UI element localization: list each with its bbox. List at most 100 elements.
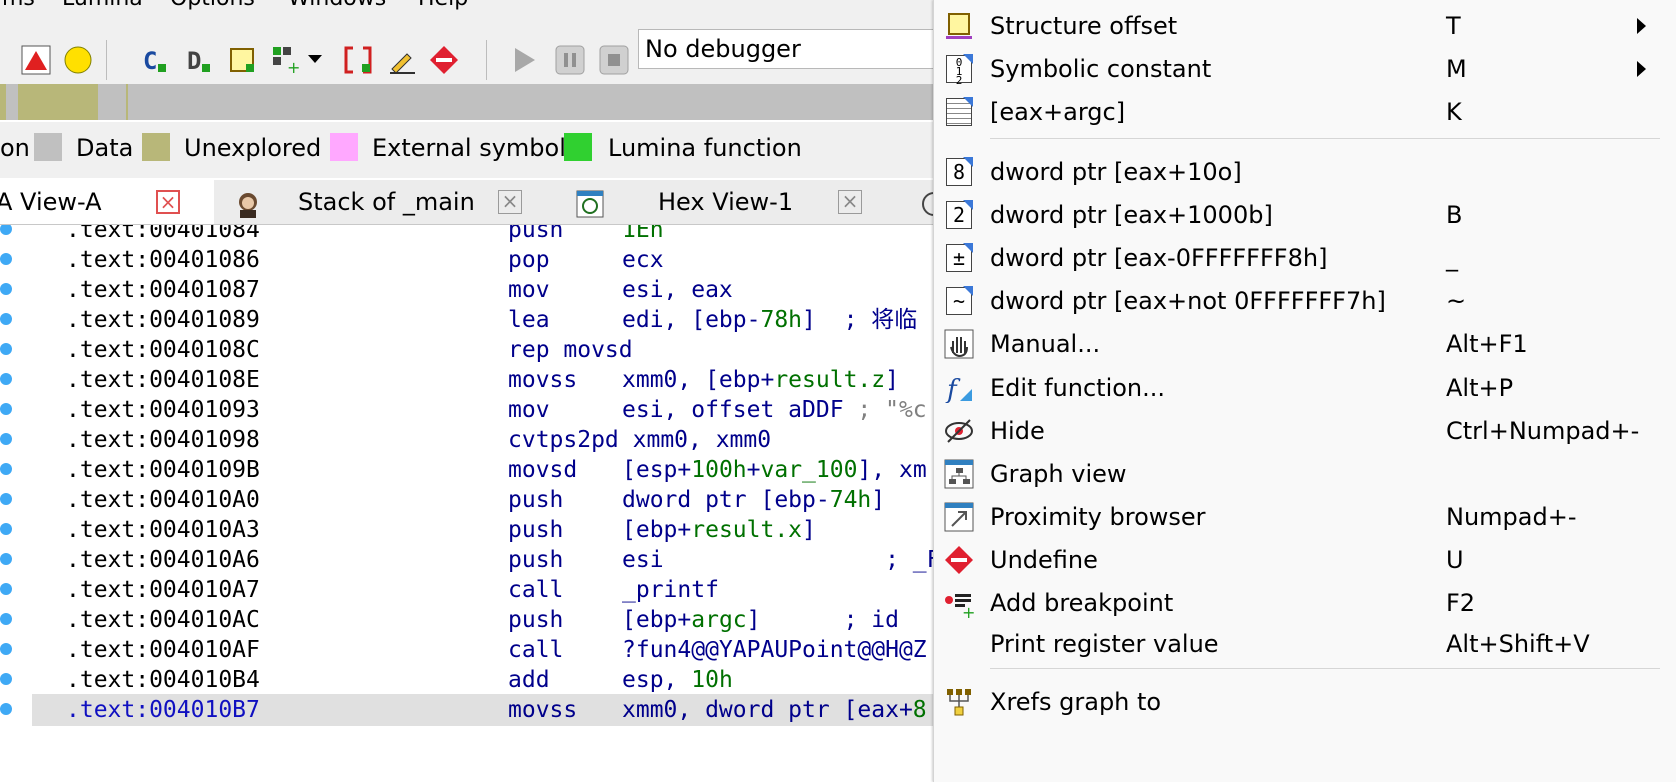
tab-stack-of-main[interactable]: Stack of _main ×: [216, 180, 550, 224]
menu-item-eax-argc[interactable]: [eax+argc] K: [934, 89, 1676, 135]
menu-item-xrefs-graph-to[interactable]: Xrefs graph to: [934, 679, 1676, 725]
menu-item-help[interactable]: Help: [418, 0, 468, 11]
menu-item-lumina[interactable]: Lumina: [62, 0, 143, 11]
close-icon[interactable]: ×: [838, 190, 862, 214]
code-icon[interactable]: C: [136, 42, 172, 78]
disasm-row[interactable]: .text:0040108C rep movsd: [32, 334, 940, 366]
tab-hex-view-1[interactable]: Hex View-1 ×: [556, 180, 876, 224]
breakpoint-dot[interactable]: [0, 703, 12, 715]
mnemonic: movss: [508, 367, 578, 393]
tab-label: Hex View-1: [658, 188, 794, 216]
close-icon[interactable]: ×: [498, 190, 522, 214]
disasm-row[interactable]: .text:004010AC push [ebp+argc] ; id: [32, 604, 940, 636]
breakpoint-dot[interactable]: [0, 523, 12, 535]
menu-item-manual[interactable]: Manual... Alt+F1: [934, 321, 1676, 367]
operand-token: ], xm: [857, 457, 927, 483]
menu-item-label: dword ptr [eax-0FFFFFFF8h]: [990, 244, 1328, 272]
menu-item-edit-function[interactable]: f Edit function... Alt+P: [934, 365, 1676, 411]
breakpoint-dot[interactable]: [0, 463, 12, 475]
pause-icon[interactable]: [552, 42, 588, 78]
mnemonic: call: [508, 577, 564, 603]
bracket-icon[interactable]: [340, 42, 376, 78]
graph-icon: [942, 457, 976, 491]
operands: esi, offset aDDF ; "%c: [622, 394, 927, 426]
function-icon: f: [942, 371, 976, 405]
disasm-row[interactable]: .text:004010A3 push [ebp+result.x]: [32, 514, 940, 546]
disasm-row[interactable]: .text:00401093 mov esi, offset aDDF ; "%c: [32, 394, 940, 426]
disasm-row[interactable]: .text:0040109B movsd [esp+100h+var_100], x…: [32, 454, 940, 486]
breakpoint-dot[interactable]: [0, 673, 12, 685]
disasm-row[interactable]: .text:004010AF call ?fun4@@YAPAUPoint@@H@Z: [32, 634, 940, 666]
menu-item-add-breakpoint[interactable]: + Add breakpoint F2: [934, 580, 1676, 626]
stop-icon[interactable]: [596, 42, 632, 78]
breakpoint-dot[interactable]: [0, 253, 12, 265]
operands: _printf: [622, 574, 719, 606]
menu-item-label: Graph view: [990, 460, 1127, 488]
menu-item-structure-offset[interactable]: Structure offset T: [934, 3, 1676, 49]
play-icon[interactable]: [506, 42, 542, 78]
menu-item-graph-view[interactable]: Graph view: [934, 451, 1676, 497]
operand-token: xmm0, [ebp+: [622, 367, 775, 393]
menu-bar: ms Lumina Options Windows Help: [0, 0, 940, 12]
disasm-row[interactable]: .text:00401086 pop ecx: [32, 244, 940, 276]
disasm-row[interactable]: .text:00401087 mov esi, eax: [32, 274, 940, 306]
menu-item-symbolic-constant[interactable]: 0 1 2 Symbolic constant M: [934, 46, 1676, 92]
menu-item-options[interactable]: Options: [170, 0, 255, 11]
menu-item-shortcut: ~: [1446, 287, 1467, 315]
menu-item-windows[interactable]: Windows: [288, 0, 386, 11]
edit-icon[interactable]: [384, 42, 420, 78]
menu-item-ms[interactable]: ms: [2, 0, 35, 11]
menu-item-undefine[interactable]: Undefine U: [934, 537, 1676, 583]
disasm-row[interactable]: .text:004010B7 movss xmm0, dword ptr [eax+…: [32, 694, 940, 726]
disasm-row[interactable]: .text:00401089 lea edi, [ebp-78h] ; 将临: [32, 304, 940, 336]
disasm-row[interactable]: .text:004010B4 add esp, 10h: [32, 664, 940, 696]
close-icon[interactable]: ×: [156, 190, 180, 214]
debugger-select[interactable]: No debugger: [638, 29, 938, 69]
operand-token: 74h: [829, 487, 872, 513]
disasm-row[interactable]: .text:00401098 cvtps2pd xmm0, xmm0: [32, 424, 940, 456]
navigation-band[interactable]: [0, 84, 940, 120]
address: .text:00401093: [66, 397, 260, 423]
menu-item-dword-ptr-eax-not-0fffffff7h[interactable]: ~ dword ptr [eax+not 0FFFFFFF7h] ~: [934, 278, 1676, 324]
breakpoint-dot[interactable]: [0, 493, 12, 505]
menu-item-dword-ptr-eax-1000b[interactable]: 2 dword ptr [eax+1000b] B: [934, 192, 1676, 238]
breakpoint-dot[interactable]: [0, 433, 12, 445]
tab-ida-view-a[interactable]: A View-A ×: [0, 180, 214, 224]
operand-token: _printf: [622, 577, 719, 603]
breakpoint-dot[interactable]: [0, 343, 12, 355]
menu-item-print-register-value[interactable]: Print register value Alt+Shift+V: [934, 621, 1676, 667]
menu-item-hide[interactable]: Hide Ctrl+Numpad+-: [934, 408, 1676, 454]
disasm-row[interactable]: .text:00401084 push 1Eh: [32, 225, 940, 246]
undefine-icon[interactable]: [426, 42, 462, 78]
struct-icon[interactable]: [224, 42, 260, 78]
operands: esp, 10h: [622, 664, 733, 696]
dropdown-icon[interactable]: [304, 42, 326, 78]
breakpoint-dot[interactable]: [0, 373, 12, 385]
breakpoint-dot[interactable]: [0, 613, 12, 625]
menu-item-label: Structure offset: [990, 12, 1178, 40]
address: .text:0040108E: [66, 367, 260, 393]
disasm-row[interactable]: .text:004010A7 call _printf: [32, 574, 940, 606]
breakpoint-dot[interactable]: [0, 313, 12, 325]
mnemonic: movss: [508, 697, 578, 723]
breakpoint-dot[interactable]: [0, 283, 12, 295]
breakpoint-dot[interactable]: [0, 643, 12, 655]
data-icon[interactable]: D: [180, 42, 216, 78]
disassembly-view[interactable]: .text:00401084 push 1Eh .text:00401086 pop ec…: [0, 225, 940, 782]
breakpoint-dot[interactable]: [0, 553, 12, 565]
disasm-row[interactable]: .text:004010A6 push esi ; _For: [32, 544, 940, 576]
menu-item-dword-ptr-eax-10o[interactable]: 8 dword ptr [eax+10o]: [934, 149, 1676, 195]
disasm-row[interactable]: .text:0040108E movss xmm0, [ebp+result.z]: [32, 364, 940, 396]
breakpoint-dot[interactable]: [0, 225, 12, 235]
add-icon[interactable]: +: [268, 42, 304, 78]
menu-separator: [990, 668, 1660, 669]
menu-item-dword-ptr-eax-0fffffff8h[interactable]: ± dword ptr [eax-0FFFFFFF8h] _: [934, 235, 1676, 281]
menu-item-proximity-browser[interactable]: Proximity browser Numpad+-: [934, 494, 1676, 540]
breakpoint-dot[interactable]: [0, 403, 12, 415]
breakpoint-dot[interactable]: [0, 583, 12, 595]
negate-icon: ±: [942, 241, 976, 275]
disasm-row[interactable]: .text:004010A0 push dword ptr [ebp-74h]: [32, 484, 940, 516]
yellow-circle-icon[interactable]: [60, 42, 96, 78]
legend-swatch-data: [34, 133, 62, 161]
red-triangle-icon[interactable]: [18, 42, 54, 78]
